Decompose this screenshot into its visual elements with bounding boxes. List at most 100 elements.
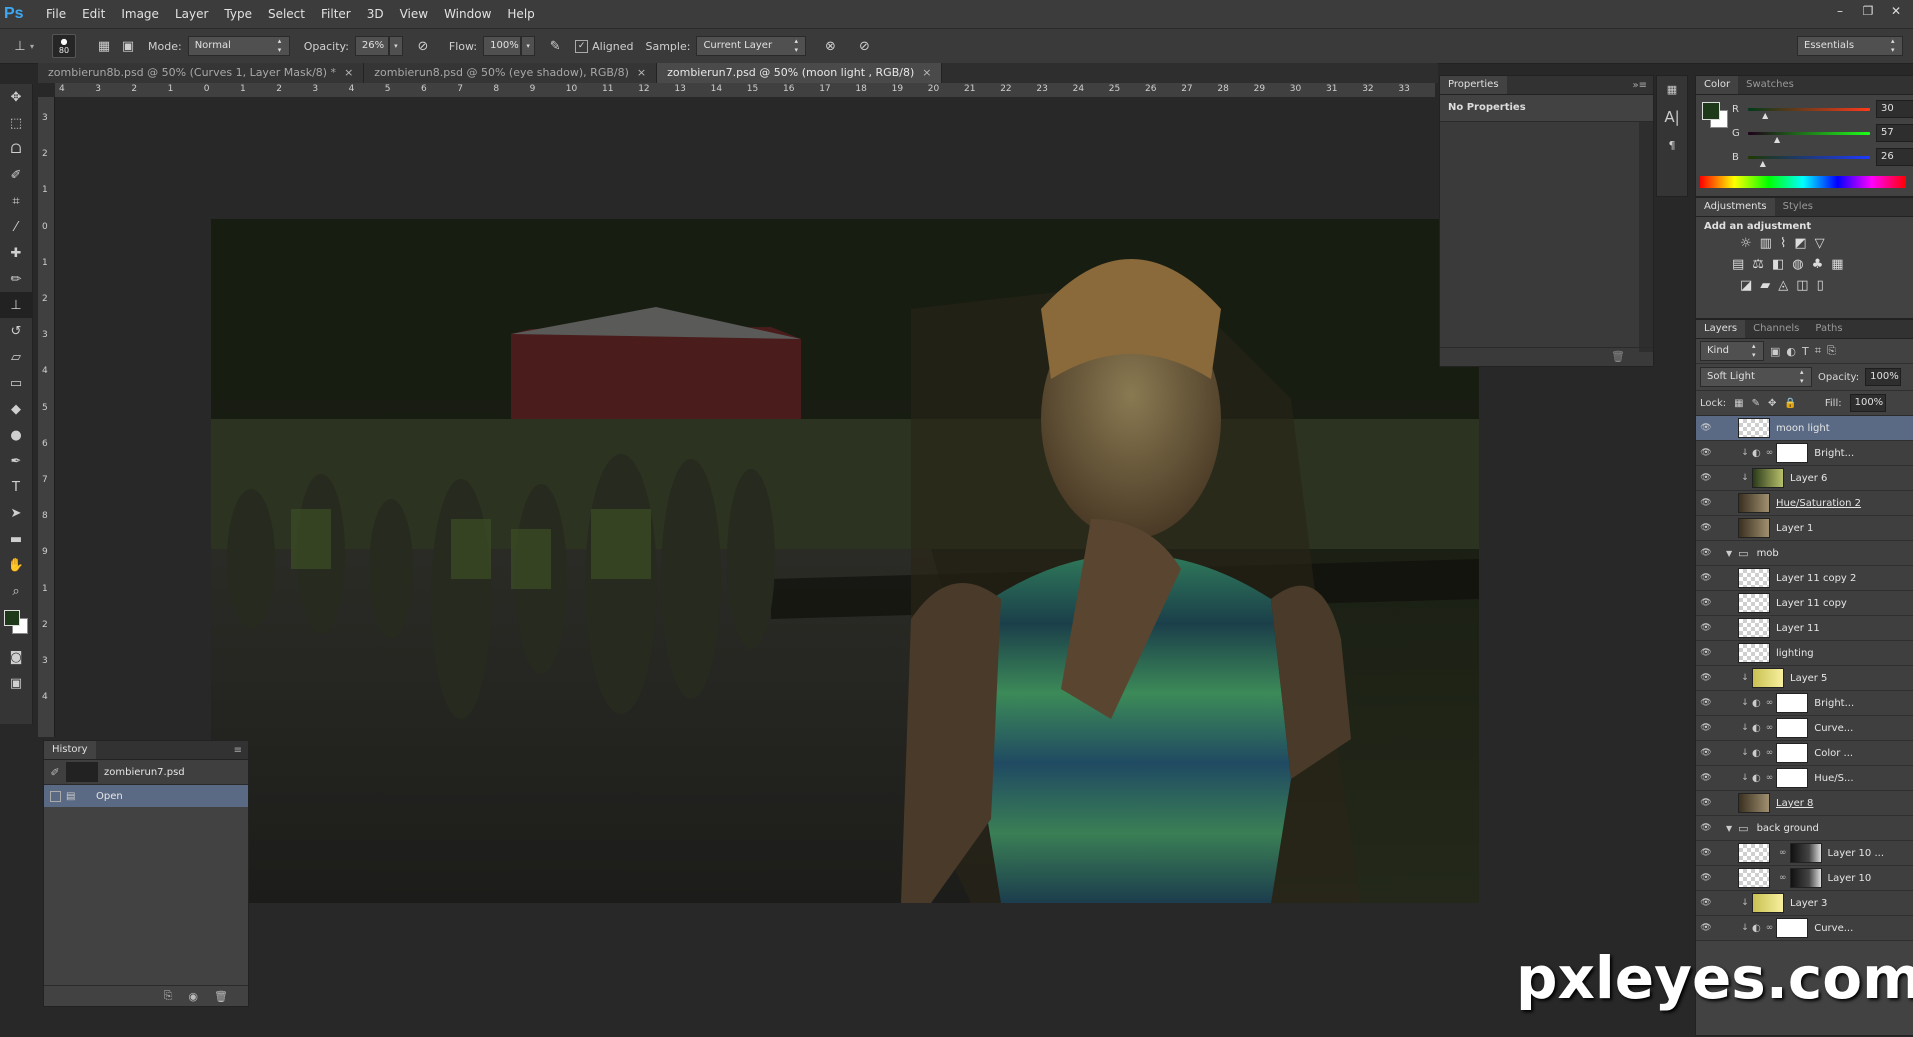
history-panel-icon[interactable]: ▦ [1657,76,1687,102]
black-white-icon[interactable]: ◧ [1772,257,1784,272]
posterize-icon[interactable]: ▰ [1760,278,1770,293]
mask-link-icon[interactable]: ∞ [1766,748,1774,758]
red-value-input[interactable]: 30 [1876,100,1913,118]
swatches-tab[interactable]: Swatches [1738,76,1802,94]
filter-shape-icon[interactable]: ⌗ [1815,344,1821,358]
clone-stamp-tool-icon[interactable]: ⊥ [0,292,32,318]
properties-tab[interactable]: Properties [1440,76,1507,94]
properties-scrollbar[interactable] [1639,122,1653,352]
history-state[interactable]: ▤ Open [44,785,248,807]
flow-slider-toggle[interactable]: ▾ [521,36,536,56]
mask-link-icon[interactable]: ∞ [1766,723,1774,733]
fill-input[interactable]: 100% [1849,394,1886,412]
photo-filter-icon[interactable]: ◍ [1792,257,1803,272]
close-tab-icon[interactable]: × [922,66,931,79]
opacity-input[interactable]: 26% [354,36,389,56]
green-value-input[interactable]: 57 [1876,124,1913,142]
clone-stamp-tool-icon[interactable]: ⊥ [10,36,30,56]
curves-icon[interactable]: ⌇ [1780,236,1786,251]
visibility-eye-icon[interactable]: 👁 [1696,673,1716,683]
hue-saturation-icon[interactable]: ▤ [1732,257,1744,272]
levels-icon[interactable]: ▥ [1760,236,1772,251]
layer-row[interactable]: 👁 Layer 11 copy [1696,591,1913,616]
minimize-icon[interactable]: – [1831,4,1849,18]
new-document-from-state-icon[interactable]: ⎘ [164,989,173,1003]
history-snapshot[interactable]: ✐ zombierun7.psd [44,760,248,785]
trash-icon[interactable]: 🗑 [1611,350,1625,363]
history-state-checkbox[interactable] [49,790,61,802]
quick-selection-tool-icon[interactable]: ✐ [0,162,32,188]
aligned-checkbox[interactable]: ✓ [575,39,589,53]
menu-help[interactable]: Help [499,0,542,28]
document-tab[interactable]: zombierun8.psd @ 50% (eye shadow), RGB/8… [364,63,658,83]
visibility-eye-icon[interactable]: 👁 [1696,748,1716,758]
visibility-eye-icon[interactable]: 👁 [1696,598,1716,608]
screen-mode-icon[interactable]: ▣ [0,670,32,696]
threshold-icon[interactable]: ◬ [1778,278,1788,293]
layer-row[interactable]: 👁 Layer 8 [1696,791,1913,816]
close-tab-icon[interactable]: × [344,66,353,79]
lock-transparency-icon[interactable]: ▦ [1734,398,1743,409]
history-brush-source-icon[interactable]: ✐ [44,766,66,779]
close-icon[interactable]: ✕ [1887,4,1905,18]
layer-row[interactable]: 👁 Hue/Saturation 2 [1696,491,1913,516]
flow-input[interactable]: 100% [483,36,522,56]
adjustments-tab[interactable]: Adjustments [1696,198,1775,216]
group-expand-icon[interactable]: ▼ [1726,824,1732,833]
quick-mask-icon[interactable]: ◙ [0,644,32,670]
layers-tab[interactable]: Layers [1696,320,1746,338]
new-snapshot-icon[interactable]: ◉ [188,990,198,1003]
pressure-size-icon[interactable]: ⊘ [854,36,874,56]
healing-brush-tool-icon[interactable]: ✚ [0,240,32,266]
vibrance-icon[interactable]: ▽ [1815,236,1825,251]
zoom-tool-icon[interactable]: ⌕ [0,578,32,604]
collapse-panel-icon[interactable]: »≡ [1633,80,1648,91]
visibility-eye-icon[interactable]: 👁 [1696,573,1716,583]
layer-row[interactable]: 👁 Layer 11 [1696,616,1913,641]
layer-row[interactable]: 👁 ▼ ▭ mob [1696,541,1913,566]
group-expand-icon[interactable]: ▼ [1726,549,1732,558]
layer-row[interactable]: 👁 moon light [1696,416,1913,441]
selective-color-icon[interactable]: ▯ [1817,278,1824,293]
hand-tool-icon[interactable]: ✋ [0,552,32,578]
invert-icon[interactable]: ◪ [1740,278,1752,293]
layer-row[interactable]: 👁 Layer 1 [1696,516,1913,541]
mask-link-icon[interactable]: ∞ [1766,773,1774,783]
character-panel-icon[interactable]: A| [1657,102,1687,132]
ignore-adjustment-layers-icon[interactable]: ⊗ [820,36,840,56]
menu-filter[interactable]: Filter [313,0,359,28]
visibility-eye-icon[interactable]: 👁 [1696,448,1716,458]
menu-view[interactable]: View [392,0,436,28]
slider-thumb-icon[interactable]: ▲ [1774,135,1780,144]
foreground-color-swatch[interactable] [4,610,20,626]
mask-link-icon[interactable]: ∞ [1779,848,1787,858]
green-slider[interactable] [1748,131,1870,135]
filter-type-icon[interactable]: T [1802,345,1809,358]
layer-row[interactable]: 👁 ↓ Layer 3 [1696,891,1913,916]
layer-row[interactable]: 👁 ↓ Layer 6 [1696,466,1913,491]
blur-tool-icon[interactable]: ◆ [0,396,32,422]
document-tab[interactable]: zombierun7.psd @ 50% (moon light , RGB/8… [657,63,943,83]
color-balance-icon[interactable]: ⚖ [1752,257,1764,272]
paragraph-panel-icon[interactable]: ¶ [1657,132,1687,158]
menu-3d[interactable]: 3D [359,0,392,28]
history-tab[interactable]: History [44,741,96,759]
visibility-eye-icon[interactable]: 👁 [1696,773,1716,783]
menu-type[interactable]: Type [216,0,260,28]
pressure-opacity-icon[interactable]: ⊘ [413,36,433,56]
menu-window[interactable]: Window [436,0,499,28]
path-selection-tool-icon[interactable]: ➤ [0,500,32,526]
visibility-eye-icon[interactable]: 👁 [1696,548,1716,558]
channels-tab[interactable]: Channels [1745,320,1807,338]
menu-layer[interactable]: Layer [167,0,216,28]
visibility-eye-icon[interactable]: 👁 [1696,423,1716,433]
visibility-eye-icon[interactable]: 👁 [1696,623,1716,633]
shape-tool-icon[interactable]: ▬ [0,526,32,552]
type-tool-icon[interactable]: T [0,474,32,500]
lock-position-icon[interactable]: ✥ [1768,398,1776,409]
layer-row[interactable]: 👁 ↓ ◐ ∞ Bright... [1696,441,1913,466]
layer-row[interactable]: 👁 ↓ ◐ ∞ Curve... [1696,916,1913,941]
visibility-eye-icon[interactable]: 👁 [1696,498,1716,508]
airbrush-icon[interactable]: ✎ [545,36,565,56]
layer-row[interactable]: 👁 ↓ ◐ ∞ Curve... [1696,716,1913,741]
